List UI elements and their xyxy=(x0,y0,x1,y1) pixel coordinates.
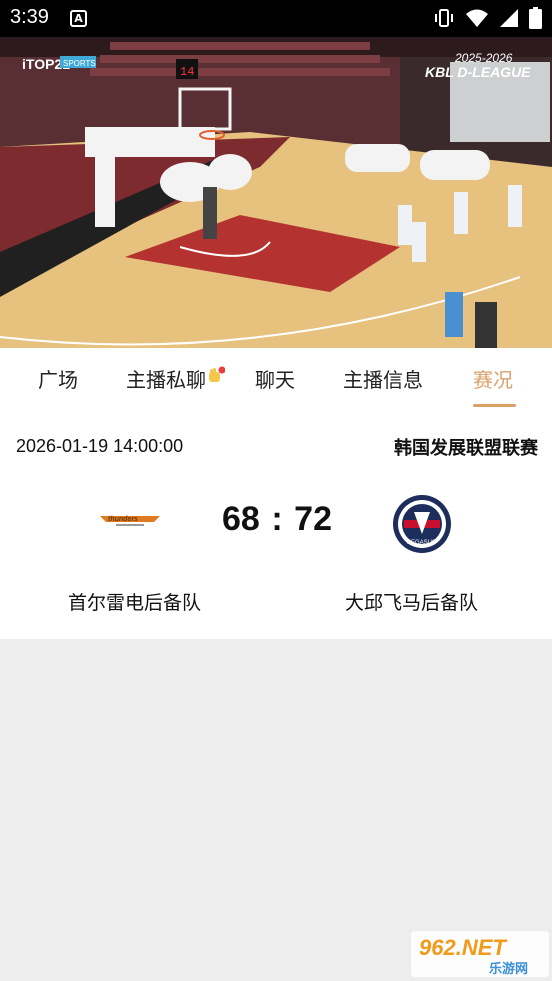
site-watermark: 962.NET 乐游网 xyxy=(411,931,549,977)
tab-bar: 广场 主播私聊 聊天 主播信息 赛况 xyxy=(0,348,552,414)
league-name: 韩国发展联盟联赛 xyxy=(394,438,538,459)
home-logo-text: thunders xyxy=(108,516,138,523)
vibrate-icon xyxy=(435,9,453,27)
away-score: 72 xyxy=(294,500,332,538)
status-time: 3:39 xyxy=(10,6,49,28)
signal-icon xyxy=(500,9,518,27)
score-separator: : xyxy=(271,500,283,538)
tab-private-chat[interactable]: 主播私聊 xyxy=(126,364,206,393)
tab-plaza[interactable]: 广场 xyxy=(38,364,78,393)
tab-anchor-info[interactable]: 主播信息 xyxy=(343,364,423,393)
away-team-name: 大邱飞马后备队 xyxy=(345,592,479,614)
away-logo-text: PEGASUS xyxy=(407,540,436,546)
active-tab-indicator xyxy=(473,404,516,407)
live-video-player[interactable]: iTOP21 SPORTS 2025-2026 KBL D-LEAGUE 14 xyxy=(0,37,552,348)
watermark-main: 962.NET xyxy=(419,935,507,960)
shot-clock: 14 xyxy=(180,65,194,79)
watermark-sub: 乐游网 xyxy=(489,961,528,977)
scoreboard: 68 : 72 xyxy=(222,500,332,539)
tab-match-status[interactable]: 赛况 xyxy=(473,364,513,393)
tab-chat[interactable]: 聊天 xyxy=(255,364,295,393)
home-team-name: 首尔雷电后备队 xyxy=(68,592,202,614)
match-datetime: 2026-01-19 14:00:00 xyxy=(16,436,184,456)
battery-icon xyxy=(529,7,542,29)
season-text: 2025-2026 xyxy=(454,51,513,65)
court-scene: iTOP21 SPORTS 2025-2026 KBL D-LEAGUE 14 xyxy=(0,37,552,348)
status-icons xyxy=(433,7,542,29)
a-notification-icon: A xyxy=(70,10,87,27)
broadcaster-tag: SPORTS xyxy=(63,59,96,68)
away-team-logo: PEGASUS xyxy=(392,494,452,558)
match-info-panel: 2026-01-19 14:00:00 韩国发展联盟联赛 thunders 68… xyxy=(0,414,552,639)
status-bar: 3:39 A xyxy=(0,0,552,37)
wifi-icon xyxy=(466,9,488,27)
hand-emoji-icon xyxy=(207,366,226,384)
home-score: 68 xyxy=(222,500,260,538)
home-team-logo: thunders xyxy=(98,508,162,536)
league-logo-text: KBL D-LEAGUE xyxy=(425,64,531,80)
